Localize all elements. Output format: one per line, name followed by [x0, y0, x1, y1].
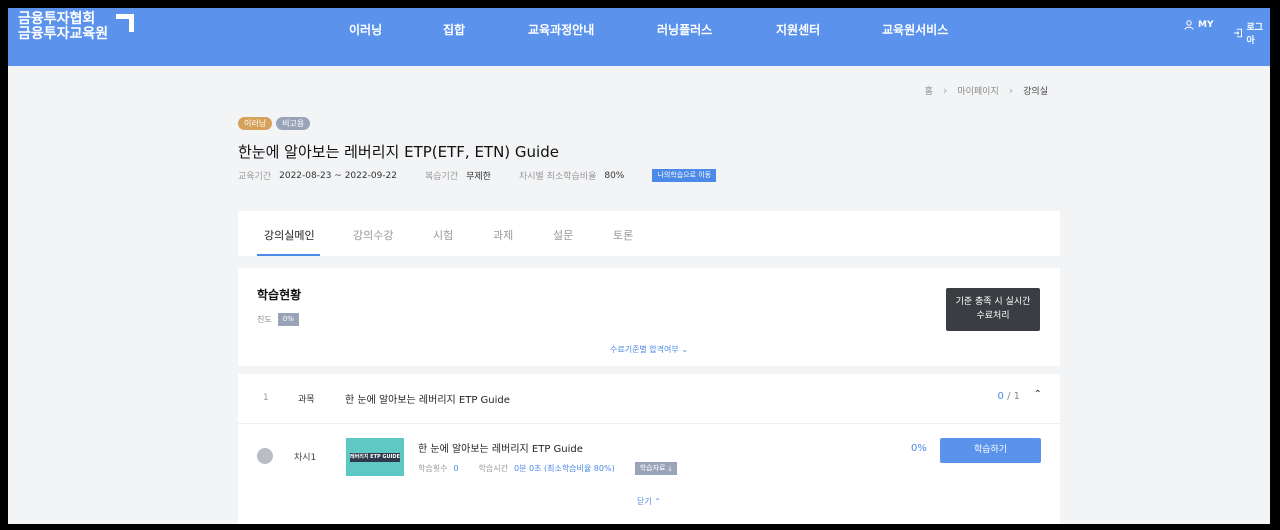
status-title: 학습현황	[257, 288, 302, 302]
period-value: 2022-08-23 ~ 2022-09-22	[279, 170, 397, 181]
close-label: 닫기	[637, 497, 652, 506]
study-time-value: 0분 0초 (최소학습비율 80%)	[514, 464, 615, 473]
site-header: 금융투자협회 금융투자교육원 이러닝 집합 교육과정안내 러닝플러스 지원센터 …	[8, 8, 1270, 66]
subject-number: 1	[263, 393, 269, 403]
logo-mark-icon	[116, 14, 134, 32]
lesson-status-circle	[257, 448, 273, 464]
progress-row: 진도 0%	[257, 313, 299, 326]
course-badges: 이러닝 비고용	[238, 117, 311, 130]
period-label: 교육기간	[238, 172, 272, 182]
classroom-tabs: 강의실메인 강의수강 시험 과제 설문 토론	[238, 211, 1060, 256]
chevron-right-icon: ›	[942, 84, 948, 97]
breadcrumb-home[interactable]: 홈	[925, 84, 933, 97]
my-link[interactable]: MY	[1184, 20, 1213, 30]
badge-non-employment: 비고용	[276, 117, 311, 130]
subject-row: 1 과목 한 눈에 알아보는 레버리지 ETP Guide 0 / 1 ⌃	[238, 374, 1060, 424]
nav-group-training[interactable]: 집합	[443, 21, 465, 38]
chevron-down-icon: ⌄	[681, 345, 689, 354]
tab-assignment[interactable]: 과제	[493, 227, 513, 243]
site-logo[interactable]: 금융투자협회 금융투자교육원	[18, 11, 134, 42]
nav-learning-plus[interactable]: 러닝플러스	[657, 21, 712, 38]
course-meta: 교육기간 2022-08-23 ~ 2022-09-22 복습기간 무제한 차시…	[238, 169, 717, 182]
realtime-completion-button[interactable]: 기준 충족 시 실시간 수료처리	[946, 288, 1040, 331]
subject-name: 한 눈에 알아보는 레버리지 ETP Guide	[345, 395, 510, 406]
learning-status-panel: 학습현황 진도 0% 기준 충족 시 실시간 수료처리 수료기준별 합격여부 ⌄	[238, 268, 1060, 366]
active-tab-indicator	[257, 254, 320, 256]
study-count-value: 0	[453, 464, 459, 473]
logout-link[interactable]: 로그아	[1233, 20, 1270, 46]
progress-value: 0%	[277, 313, 299, 326]
breadcrumb-mypage[interactable]: 마이페이지	[957, 84, 998, 97]
lesson-meta: 학습횟수 0 학습시간 0분 0초 (최소학습비율 80%) 학습자료 ⤓	[418, 462, 677, 475]
subject-kind: 과목	[298, 395, 315, 405]
lesson-percent: 0%	[911, 443, 927, 454]
subject-done: 0	[997, 391, 1004, 402]
subject-progress-count: 0 / 1	[998, 391, 1020, 402]
logo-line-2: 금융투자교육원	[18, 26, 109, 42]
logout-label: 로그아	[1246, 23, 1264, 46]
badge-elearning: 이러닝	[238, 117, 273, 130]
user-icon	[1184, 20, 1194, 30]
completion-criteria-toggle[interactable]: 수료기준별 합격여부 ⌄	[238, 344, 1060, 355]
chevron-up-icon: ⌃	[654, 497, 661, 506]
nav-elearning[interactable]: 이러닝	[349, 21, 382, 38]
chevron-up-icon[interactable]: ⌃	[1034, 389, 1042, 400]
material-label: 학습자료	[639, 464, 666, 472]
goto-my-learning-button[interactable]: 나의학습으로 이동	[652, 169, 717, 182]
realtime-line-2: 수료처리	[976, 311, 1010, 321]
logo-line-1: 금융투자협회	[18, 11, 96, 27]
download-icon: ⤓	[668, 464, 672, 472]
lesson-thumbnail[interactable]: 레버리지 ETP GUIDE	[346, 438, 404, 476]
study-time-label: 학습시간	[478, 464, 508, 473]
breadcrumb-classroom: 강의실	[1023, 87, 1048, 97]
nav-course-guide[interactable]: 교육과정안내	[528, 21, 594, 38]
criteria-label: 수료기준별 합격여부	[609, 345, 679, 354]
subject-panel: 1 과목 한 눈에 알아보는 레버리지 ETP Guide 0 / 1 ⌃ 차시…	[238, 374, 1060, 524]
tab-exam[interactable]: 시험	[433, 227, 453, 243]
min-ratio-label: 차시별 최소학습비율	[518, 172, 597, 182]
chevron-right-icon: ›	[1008, 84, 1014, 97]
realtime-line-1: 기준 충족 시 실시간	[955, 297, 1031, 307]
min-ratio-value: 80%	[604, 170, 625, 181]
lesson-label: 차시1	[294, 453, 317, 463]
start-study-button[interactable]: 학습하기	[940, 438, 1041, 463]
browser-viewport: 금융투자협회 금융투자교육원 이러닝 집합 교육과정안내 러닝플러스 지원센터 …	[8, 8, 1270, 524]
progress-label: 진도	[257, 315, 272, 324]
nav-support-center[interactable]: 지원센터	[776, 21, 820, 38]
collapse-toggle[interactable]: 닫기 ⌃	[238, 496, 1060, 507]
subject-total: / 1	[1007, 391, 1020, 402]
review-label: 복습기간	[425, 172, 459, 182]
nav-institute-services[interactable]: 교육원서비스	[882, 21, 948, 38]
study-material-button[interactable]: 학습자료 ⤓	[634, 462, 677, 475]
breadcrumb: 홈 › 마이페이지 › 강의실	[925, 84, 1048, 97]
study-count-label: 학습횟수	[418, 464, 448, 473]
review-value: 무제한	[466, 172, 491, 182]
tab-lectures[interactable]: 강의수강	[353, 227, 393, 243]
my-label: MY	[1198, 20, 1214, 30]
tab-classroom-main[interactable]: 강의실메인	[264, 227, 315, 243]
tab-survey[interactable]: 설문	[553, 227, 573, 243]
logout-icon	[1233, 28, 1242, 38]
thumbnail-text: 레버리지 ETP GUIDE	[350, 453, 400, 462]
tab-discussion[interactable]: 토론	[613, 227, 633, 243]
lesson-title: 한 눈에 알아보는 레버리지 ETP Guide	[418, 444, 583, 455]
course-title: 한눈에 알아보는 레버리지 ETP(ETF, ETN) Guide	[238, 143, 559, 161]
